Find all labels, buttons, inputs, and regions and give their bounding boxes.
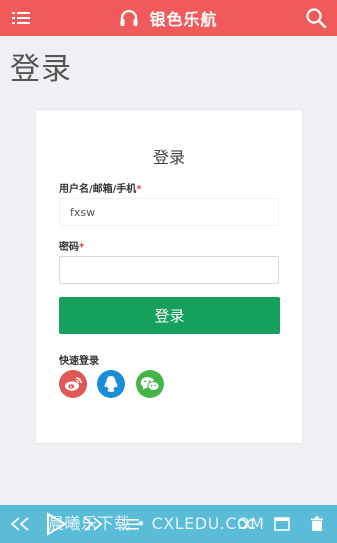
app-brand[interactable]: 银色乐航 (0, 0, 337, 36)
qq-icon (104, 376, 118, 392)
watermark: 晨曦乐下载 • CXLEDU.COM (48, 514, 265, 533)
qq-login-button[interactable] (97, 370, 125, 398)
skip-back-icon[interactable] (9, 513, 31, 535)
password-label-text: 密码 (59, 242, 79, 253)
trash-icon[interactable] (306, 513, 328, 535)
password-label: 密码* (59, 238, 84, 253)
username-label: 用户名/邮箱/手机* (59, 180, 142, 195)
weibo-icon (65, 377, 82, 391)
login-button[interactable]: 登录 (59, 297, 280, 334)
app-title: 银色乐航 (149, 10, 218, 29)
password-field[interactable] (59, 256, 279, 284)
page-title: 登录 (10, 52, 72, 87)
required-mark: * (79, 242, 85, 253)
search-icon[interactable] (305, 7, 327, 29)
headphones-icon (120, 9, 138, 26)
required-mark: * (136, 184, 142, 195)
weibo-login-button[interactable] (59, 370, 87, 398)
form-title: 登录 (152, 148, 185, 167)
quick-login-label: 快速登录 (59, 356, 99, 367)
window-icon[interactable] (271, 513, 293, 535)
wechat-icon (140, 377, 160, 391)
login-card: 登录 用户名/邮箱/手机* 密码* 登录 快速登录 (35, 109, 303, 444)
username-field[interactable] (59, 198, 279, 226)
username-label-text: 用户名/邮箱/手机 (59, 184, 137, 195)
wechat-login-button[interactable] (136, 370, 164, 398)
top-app-bar: 银色乐航 (0, 0, 337, 36)
